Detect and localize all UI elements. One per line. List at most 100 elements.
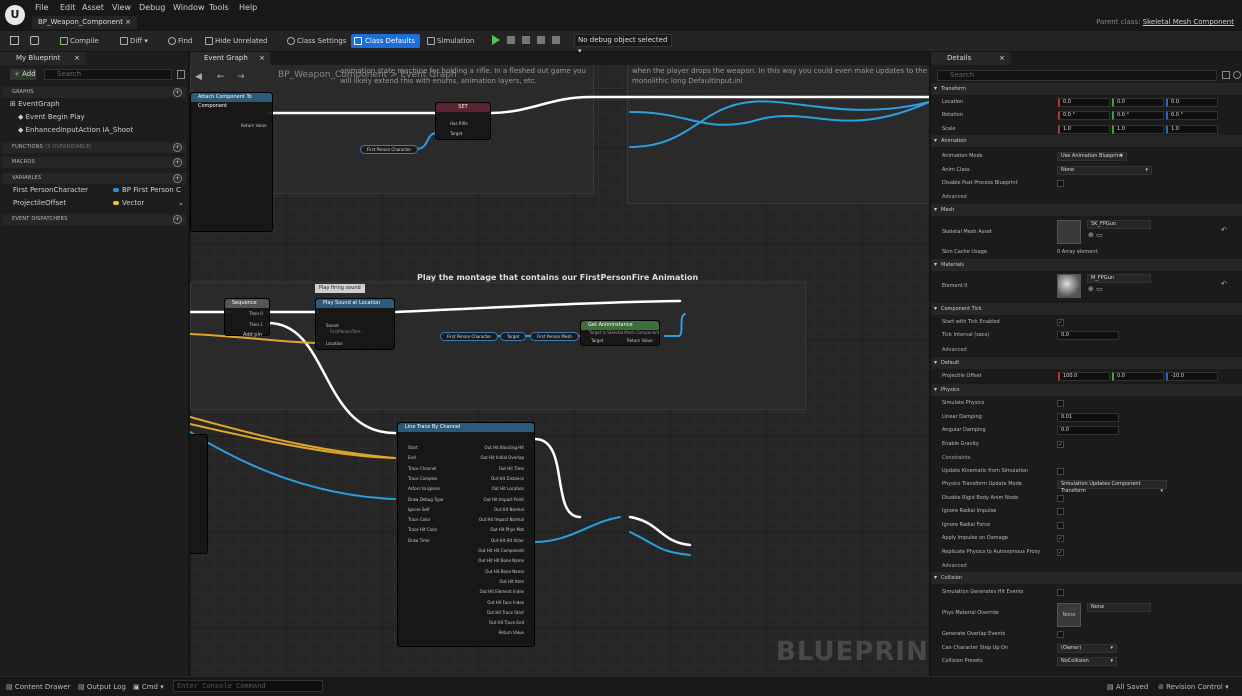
trace-input-pin[interactable]: Draw Time (408, 538, 430, 543)
trace-output-pin[interactable]: Out Hit Impact Point (483, 497, 524, 502)
first-person-character-getter[interactable]: First Person Character (440, 332, 499, 341)
simulation-button[interactable]: Simulation (427, 34, 474, 48)
details-section-header[interactable]: Physics (931, 384, 1242, 396)
trace-input-pin[interactable]: Trace Color (408, 517, 430, 522)
vector-component-input[interactable]: 100.0 (1058, 372, 1110, 381)
menu-edit[interactable]: Edit (60, 3, 76, 12)
asset-dropdown[interactable]: SK_FPGun (1087, 220, 1151, 229)
vector-component-input[interactable]: 0.0 ° (1166, 111, 1218, 120)
trace-output-pin[interactable]: Out Hit Location (492, 486, 524, 491)
details-section-header[interactable]: Materials (931, 259, 1242, 271)
section-graphs[interactable]: GRAPHS + (2, 87, 186, 98)
graph-item-eventgraph[interactable]: ⊞ EventGraph (10, 100, 60, 108)
details-section-header[interactable]: Mesh (931, 204, 1242, 216)
trace-input-pin[interactable]: Start (408, 445, 418, 450)
trace-output-pin[interactable]: Out Hit Distance (491, 476, 524, 481)
forward-icon[interactable]: → (237, 72, 245, 82)
trace-output-pin[interactable]: Return Value (498, 630, 524, 635)
menu-help[interactable]: Help (239, 3, 257, 12)
browse-icon[interactable]: ⊕ ▭ (1088, 231, 1103, 239)
checkbox[interactable]: ✓ (1057, 319, 1064, 326)
save-icon[interactable] (10, 36, 19, 45)
vector-component-input[interactable]: 1.0 (1166, 125, 1218, 134)
add-dispatcher-icon[interactable]: + (173, 215, 182, 224)
vector-component-input[interactable]: 0.0 (1058, 98, 1110, 107)
close-icon[interactable]: × (999, 52, 1005, 65)
add-function-icon[interactable]: + (173, 143, 182, 152)
cmd-select[interactable]: ▣ Cmd ▾ (133, 683, 164, 691)
trace-output-pin[interactable]: Out Hit Phys Mat (490, 527, 524, 532)
add-macro-icon[interactable]: + (173, 158, 182, 167)
close-icon[interactable]: × (259, 52, 265, 65)
checkbox[interactable] (1057, 400, 1064, 407)
play-sound-node[interactable]: Play Sound at Location Sound FirstPerson… (315, 298, 395, 350)
diff-button[interactable]: Diff ▾ (120, 34, 148, 48)
menu-debug[interactable]: Debug (139, 3, 165, 12)
menu-asset[interactable]: Asset (82, 3, 104, 12)
details-section-header[interactable]: Transform (931, 83, 1242, 95)
checkbox[interactable]: ✓ (1057, 549, 1064, 556)
menu-tools[interactable]: Tools (209, 3, 229, 12)
trace-input-pin[interactable]: Draw Debug Type (408, 497, 443, 502)
vector-component-input[interactable]: -10.0 (1166, 372, 1218, 381)
dropdown[interactable]: (Owner) ▾ (1057, 644, 1117, 653)
vector-component-input[interactable]: 1.0 (1112, 125, 1164, 134)
trace-output-pin[interactable]: Out Hit Face Index (487, 600, 524, 605)
stop-icon[interactable] (522, 36, 530, 44)
number-input[interactable]: 0.0 (1057, 426, 1119, 435)
graph-item-ia-shoot[interactable]: ◆ EnhancedInputAction IA_Shoot (18, 126, 133, 134)
compile-button[interactable]: Compile (60, 34, 99, 48)
back-icon[interactable]: ← (217, 72, 225, 82)
add-pin-button[interactable]: Add pin (243, 332, 262, 338)
trace-output-pin[interactable]: Out Hit Time (499, 466, 524, 471)
gear-icon[interactable] (1233, 71, 1241, 79)
add-button[interactable]: + Add (10, 69, 36, 80)
trace-input-pin[interactable]: Trace Complex (408, 476, 437, 481)
step-icon[interactable] (507, 36, 515, 44)
play-icon[interactable] (492, 35, 500, 45)
output-log-button[interactable]: ▤ Output Log (78, 683, 126, 691)
trace-output-pin[interactable]: Out Hit Normal (494, 507, 524, 512)
trace-output-pin[interactable]: Out Hit Item (499, 579, 524, 584)
revision-control-button[interactable]: ⊘ Revision Control ▾ (1158, 683, 1229, 691)
hide-unrelated-button[interactable]: Hide Unrelated (205, 34, 268, 48)
details-section-header[interactable]: Collision (931, 572, 1242, 584)
dropdown[interactable]: None ▾ (1057, 166, 1152, 175)
blueprint-search-input[interactable]: Search (44, 69, 172, 80)
reset-icon[interactable]: ↶ (1221, 280, 1227, 288)
trace-input-pin[interactable]: End (408, 455, 416, 460)
vector-component-input[interactable]: 0.0 ° (1112, 111, 1164, 120)
find-button[interactable]: Find (168, 34, 192, 48)
checkbox[interactable]: ✓ (1057, 441, 1064, 448)
vector-component-input[interactable]: 0.0 (1112, 372, 1164, 381)
checkbox[interactable] (1057, 180, 1064, 187)
dropdown[interactable]: Use Animation Blueprint ▾ (1057, 152, 1127, 161)
get-anim-instance-node[interactable]: Get AnimInstance Target is Skeletal Mesh… (580, 320, 660, 346)
line-trace-node[interactable]: Line Trace By Channel Start End Trace Chan… (397, 422, 535, 647)
unreal-logo-icon[interactable]: U (5, 5, 25, 25)
vector-component-input[interactable]: 0.0 ° (1058, 111, 1110, 120)
trace-output-pin[interactable]: Out Hit Hit Actor (491, 538, 524, 543)
variable-item[interactable]: ProjectileOffset Vector ⌄ (13, 199, 184, 207)
eject-icon[interactable] (537, 36, 545, 44)
browse-icon[interactable] (30, 36, 39, 45)
section-functions[interactable]: FUNCTIONS (3 OVERRIDABLE) + (2, 142, 186, 153)
document-tab[interactable]: BP_Weapon_Component × (32, 16, 138, 29)
parent-class-link[interactable]: Skeletal Mesh Component (1143, 18, 1234, 26)
details-advanced-toggle[interactable]: Advanced (942, 347, 967, 353)
class-defaults-button[interactable]: Class Defaults (351, 34, 420, 48)
details-section-header[interactable]: Animation (931, 135, 1242, 147)
add-variable-icon[interactable]: + (173, 174, 182, 183)
vector-component-input[interactable]: 0.0 (1112, 98, 1164, 107)
section-event-dispatchers[interactable]: EVENT DISPATCHERS + (2, 214, 186, 225)
asset-dropdown[interactable]: M_FPGun (1087, 274, 1151, 283)
details-advanced-toggle[interactable]: Advanced (942, 563, 967, 569)
trace-output-pin[interactable]: Out Hit Bone Name (485, 569, 524, 574)
trace-input-pin[interactable]: Trace Hit Color (408, 527, 437, 532)
trace-output-pin[interactable]: Out Hit Impact Normal (479, 517, 524, 522)
trace-output-pin[interactable]: Out Hit Blocking Hit (485, 445, 524, 450)
checkbox[interactable] (1057, 508, 1064, 515)
menu-file[interactable]: File (35, 3, 48, 12)
trace-output-pin[interactable]: Out Hit Hit Component (478, 548, 524, 553)
content-drawer-button[interactable]: ▤ Content Drawer (6, 683, 70, 691)
